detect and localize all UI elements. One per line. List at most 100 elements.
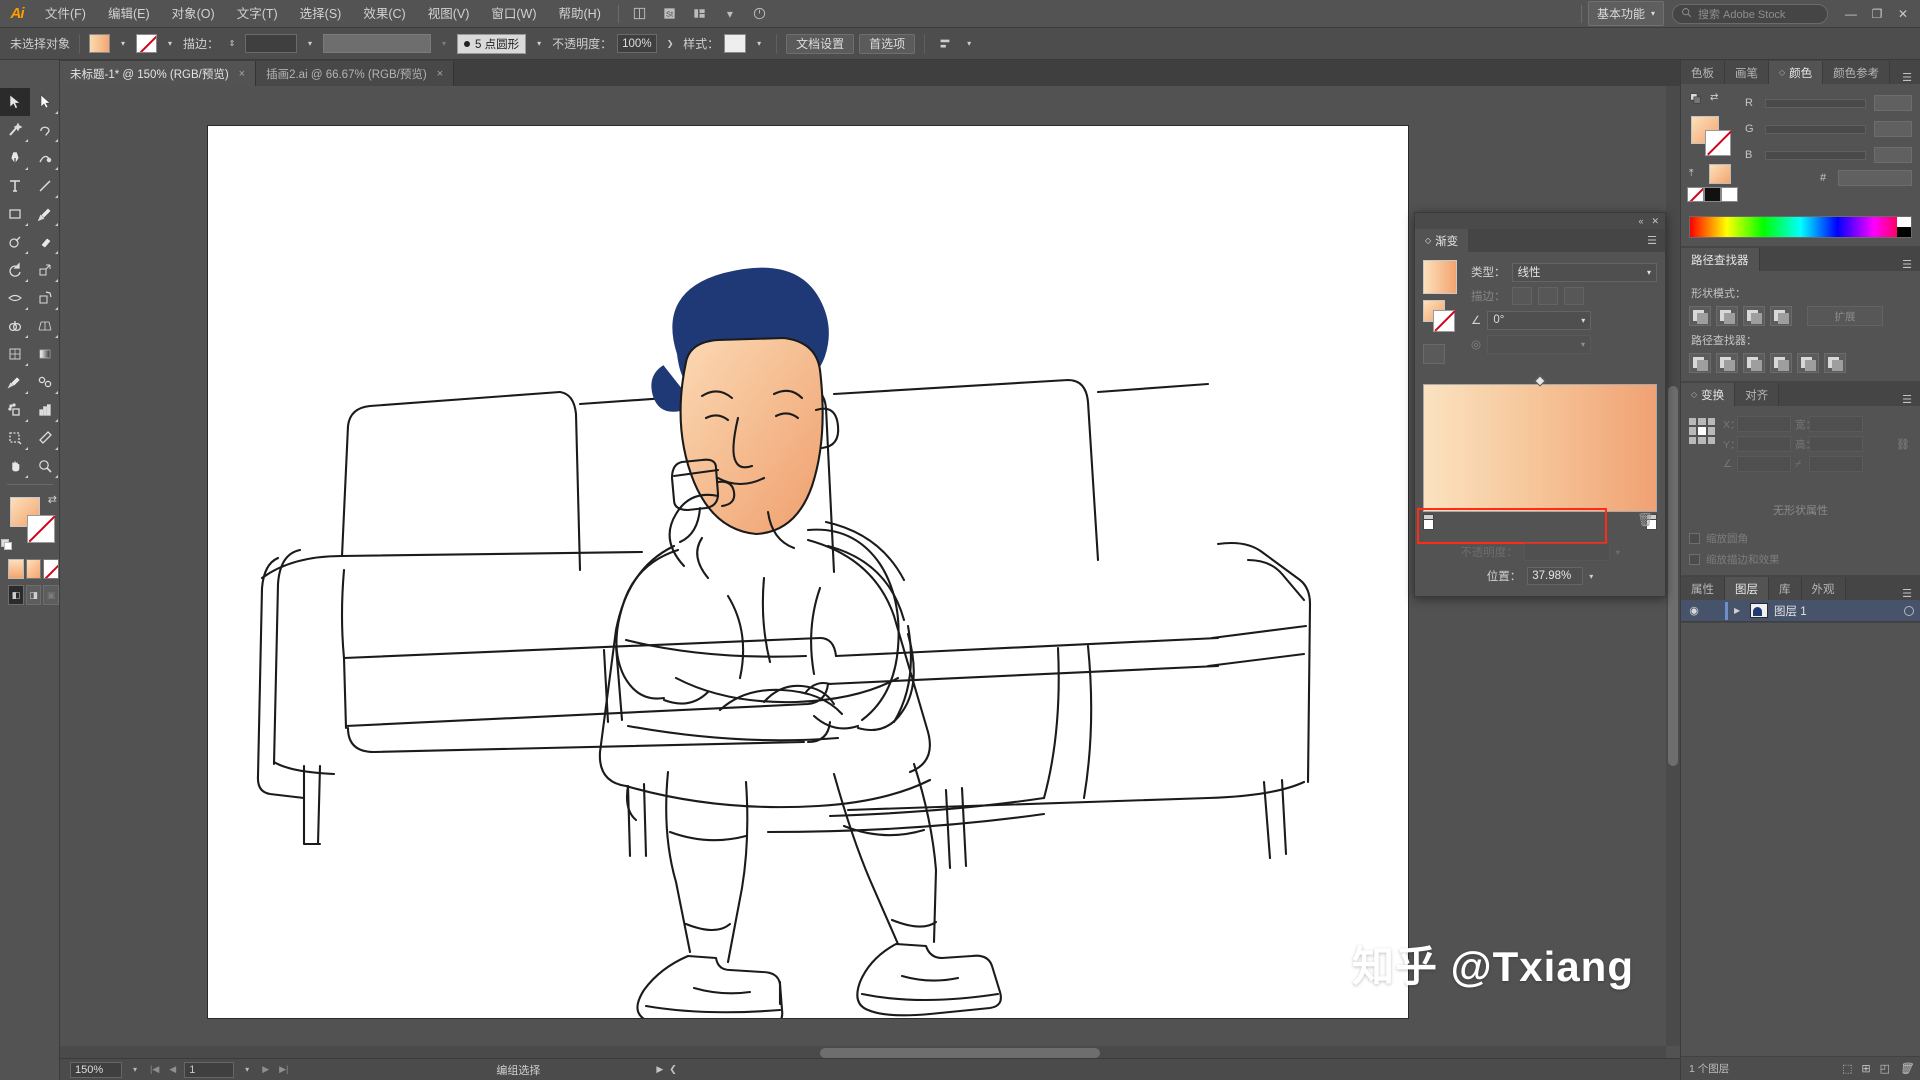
rectangle-tool[interactable] bbox=[0, 200, 30, 228]
transform-x-input[interactable] bbox=[1737, 416, 1791, 432]
tab-properties[interactable]: 属性 bbox=[1681, 577, 1725, 600]
transform-h-input[interactable] bbox=[1809, 436, 1863, 452]
eye-icon[interactable]: ◉ bbox=[1687, 604, 1701, 617]
prev-page-icon[interactable]: ◀ bbox=[167, 1064, 178, 1075]
width-tool[interactable] bbox=[0, 284, 30, 312]
graphic-style-swatch[interactable] bbox=[724, 34, 747, 53]
magic-wand-tool[interactable] bbox=[0, 116, 30, 144]
bridge-icon[interactable] bbox=[627, 3, 653, 25]
none-swatch[interactable] bbox=[1687, 187, 1704, 202]
gradient-mode-button[interactable] bbox=[25, 559, 42, 579]
channel-b-slider[interactable] bbox=[1765, 150, 1866, 160]
symbol-sprayer-tool[interactable] bbox=[0, 396, 30, 424]
create-new-layer-icon[interactable]: ◰ bbox=[1880, 1062, 1890, 1075]
panel-menu-icon[interactable]: ☰ bbox=[1894, 393, 1920, 406]
next-page-icon[interactable]: ▶ bbox=[260, 1064, 271, 1075]
color-mode-icon[interactable] bbox=[1689, 92, 1702, 108]
transform-angle-input[interactable] bbox=[1737, 456, 1791, 472]
intersect-icon[interactable] bbox=[1743, 306, 1765, 326]
tab-color[interactable]: ◇ 颜色 bbox=[1769, 61, 1824, 84]
gradient-preview-swatch[interactable] bbox=[1423, 260, 1457, 294]
restore-button[interactable]: ❐ bbox=[1864, 1, 1890, 27]
scale-strokes-row[interactable]: 缩放描边和效果 bbox=[1681, 549, 1920, 575]
preferences-button[interactable]: 首选项 bbox=[859, 33, 916, 54]
horizontal-scroll-thumb[interactable] bbox=[820, 1048, 1100, 1058]
layer-row[interactable]: ◉ ▶ 图层 1 bbox=[1681, 600, 1920, 622]
tab-align[interactable]: 对齐 bbox=[1735, 383, 1780, 406]
crop-icon[interactable] bbox=[1770, 353, 1792, 373]
reference-point-selector[interactable] bbox=[1689, 418, 1715, 444]
menu-effect[interactable]: 效果(C) bbox=[352, 1, 416, 27]
blend-tool[interactable] bbox=[30, 368, 60, 396]
perspective-grid-tool[interactable] bbox=[30, 312, 60, 340]
workspace-switcher[interactable]: 基本功能 ▾ bbox=[1587, 1, 1664, 26]
tab-transform[interactable]: ◇ 变换 bbox=[1681, 383, 1736, 406]
canvas-vertical-scrollbar[interactable] bbox=[1666, 86, 1680, 1046]
cc-home-icon[interactable] bbox=[747, 3, 773, 25]
mesh-tool[interactable] bbox=[0, 340, 30, 368]
stroke-color-swatch[interactable] bbox=[136, 34, 158, 53]
color-stroke-swatch[interactable] bbox=[1705, 130, 1731, 156]
opacity-chevron-right-icon[interactable]: ❯ bbox=[662, 34, 678, 53]
normal-screen-mode-button[interactable]: ◧ bbox=[8, 585, 24, 605]
close-icon[interactable]: ✕ bbox=[1651, 216, 1659, 227]
gradient-tool[interactable] bbox=[30, 340, 60, 368]
tab-swatches[interactable]: 色板 bbox=[1681, 61, 1725, 84]
stock-icon[interactable]: St bbox=[657, 3, 683, 25]
zoom-tool[interactable] bbox=[30, 452, 60, 480]
layer-target-icon[interactable] bbox=[1904, 605, 1914, 616]
black-swatch[interactable] bbox=[1704, 187, 1721, 202]
tab-libraries[interactable]: 库 bbox=[1769, 577, 1802, 600]
brush-chevron-down-icon[interactable]: ▾ bbox=[531, 34, 547, 53]
exclude-icon[interactable] bbox=[1770, 306, 1792, 326]
gradient-angle-input[interactable]: 0° ▾ bbox=[1487, 310, 1592, 330]
stroke-weight-input[interactable] bbox=[245, 34, 298, 53]
shape-builder-tool[interactable] bbox=[0, 312, 30, 340]
swap-fill-stroke-icon[interactable]: ⇄ bbox=[1710, 92, 1718, 108]
menu-view[interactable]: 视图(V) bbox=[417, 1, 481, 27]
full-screen-mode-button[interactable]: ▣ bbox=[43, 585, 60, 605]
tab-layers[interactable]: 图层 bbox=[1725, 577, 1769, 600]
create-sublayer-icon[interactable]: ⊞ bbox=[1861, 1062, 1870, 1075]
selection-tool[interactable] bbox=[0, 88, 30, 116]
reverse-gradient-icon[interactable] bbox=[1423, 344, 1445, 364]
line-segment-tool[interactable] bbox=[30, 172, 60, 200]
close-icon[interactable]: × bbox=[239, 68, 245, 80]
minimize-button[interactable]: — bbox=[1838, 1, 1864, 27]
status-play-icon[interactable]: ▶ bbox=[656, 1064, 663, 1075]
eyedropper-tool[interactable] bbox=[0, 368, 30, 396]
type-tool[interactable] bbox=[0, 172, 30, 200]
tab-color-guide[interactable]: 颜色参考 bbox=[1823, 61, 1891, 84]
gradient-slider-area[interactable]: 🗑 bbox=[1417, 375, 1657, 544]
gradient-type-select[interactable]: 线性 ▾ bbox=[1511, 262, 1657, 282]
menu-edit[interactable]: 编辑(E) bbox=[97, 1, 161, 27]
document-setup-button[interactable]: 文档设置 bbox=[786, 33, 855, 54]
color-mode-button[interactable] bbox=[8, 559, 24, 579]
none-mode-button[interactable] bbox=[43, 559, 60, 579]
gradient-position-input[interactable]: 37.98% bbox=[1527, 567, 1584, 585]
channel-r-slider[interactable] bbox=[1765, 98, 1866, 108]
full-screen-menu-mode-button[interactable]: ◨ bbox=[25, 585, 42, 605]
zoom-chevron-down-icon[interactable]: ▾ bbox=[128, 1065, 142, 1074]
document-tab-1[interactable]: 未标题-1* @ 150% (RGB/预览) × bbox=[60, 61, 257, 86]
transform-w-input[interactable] bbox=[1809, 416, 1863, 432]
tab-pathfinder[interactable]: 路径查找器 bbox=[1681, 248, 1760, 271]
panel-menu-icon[interactable]: ☰ bbox=[1894, 587, 1920, 600]
vertical-scroll-thumb[interactable] bbox=[1668, 386, 1678, 766]
slice-tool[interactable] bbox=[30, 424, 60, 452]
status-chevron-left-icon[interactable]: ❮ bbox=[669, 1064, 677, 1075]
channel-g-input[interactable] bbox=[1874, 121, 1912, 137]
scale-corners-checkbox[interactable] bbox=[1689, 533, 1700, 544]
menu-help[interactable]: 帮助(H) bbox=[548, 1, 612, 27]
menu-type[interactable]: 文字(T) bbox=[226, 1, 289, 27]
style-chevron-down-icon[interactable]: ▾ bbox=[751, 34, 767, 53]
shaper-tool[interactable] bbox=[0, 228, 30, 256]
apply-color-icon[interactable]: ⤒ bbox=[1689, 168, 1693, 179]
white-swatch[interactable] bbox=[1721, 187, 1738, 202]
fill-chevron-down-icon[interactable]: ▾ bbox=[115, 34, 131, 53]
arrange-documents-icon[interactable] bbox=[687, 3, 713, 25]
scale-corners-row[interactable]: 缩放圆角 bbox=[1681, 528, 1920, 549]
minus-front-icon[interactable] bbox=[1716, 306, 1738, 326]
artboard-number-input[interactable]: 1 bbox=[184, 1061, 235, 1078]
artboard[interactable] bbox=[208, 126, 1408, 1018]
